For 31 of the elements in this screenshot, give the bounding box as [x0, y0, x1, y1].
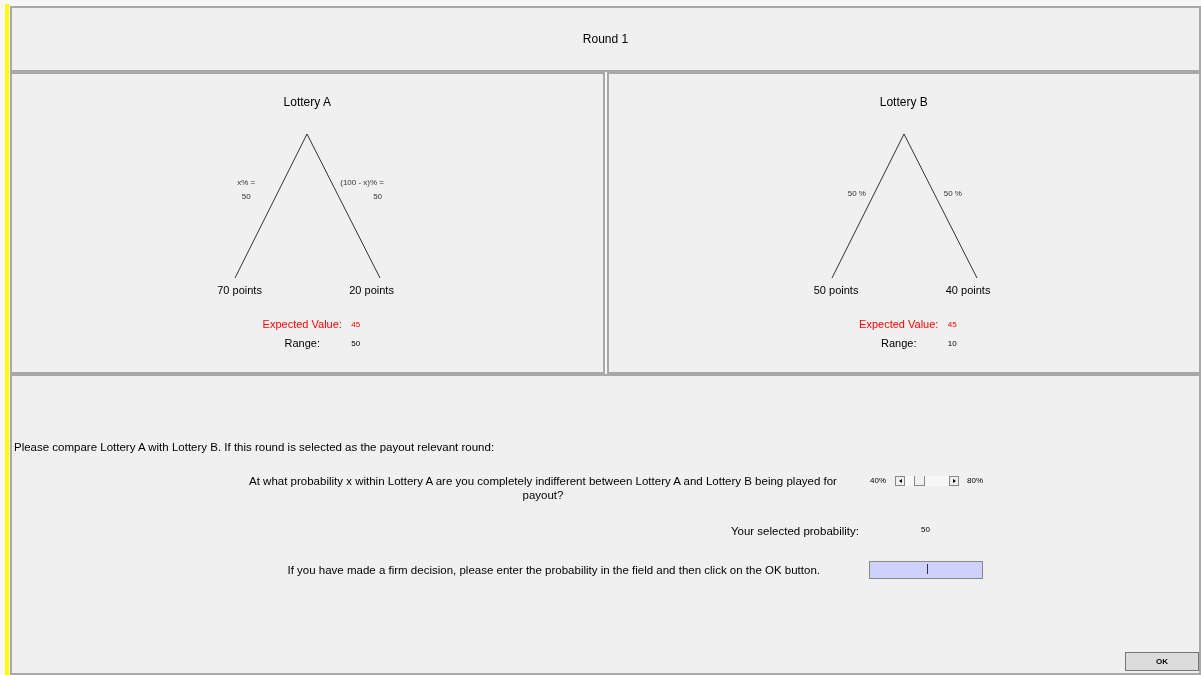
probability-label: x% = — [237, 177, 256, 189]
probability-value: 50 — [241, 191, 251, 203]
outcome-label: 70 points — [217, 284, 262, 297]
probability-label: 50 % — [943, 188, 962, 200]
stat-value: 45 — [946, 319, 958, 331]
selected-value: 50 — [921, 523, 930, 536]
selected-label: Your selected probability: — [729, 524, 859, 539]
outcome-label: 40 points — [945, 284, 991, 297]
text-cursor — [927, 564, 928, 575]
outcome-label: 50 points — [813, 284, 859, 297]
outcome-label: 20 points — [349, 284, 394, 297]
lottery-title: Lottery A — [283, 95, 331, 109]
stat-value: 50 — [350, 338, 362, 350]
stat-value: 45 — [350, 319, 362, 331]
stat-label: Expected Value: — [261, 318, 343, 331]
probability-value: 50 — [373, 191, 383, 203]
stat-label: Range: — [880, 337, 918, 350]
slider-max-label: 80% — [967, 475, 984, 487]
lottery-title: Lottery B — [879, 95, 928, 109]
stat-value: 10 — [946, 338, 958, 350]
probability-input[interactable] — [869, 561, 983, 580]
instruction-text: Please compare Lottery A with Lottery B. If this round is selected as the payout relevant round: — [14, 440, 496, 454]
round-title: Round 1 — [582, 31, 629, 48]
entry-instruction: If you have made a firm decision, please enter the probability in the field and then click on the OK button. — [286, 562, 820, 578]
question-text: At what probability x within Lottery A are you completely indifferent between Lottery A and Lottery B being played for payout? — [248, 474, 838, 502]
stat-label: Expected Value: — [858, 318, 940, 331]
slider-min-label: 40% — [870, 475, 886, 487]
probability-label: (100 - x)% = — [340, 177, 385, 189]
probability-label: 50 % — [847, 188, 866, 200]
stat-label: Range: — [283, 337, 321, 350]
ok-button[interactable]: OK — [1125, 652, 1199, 671]
